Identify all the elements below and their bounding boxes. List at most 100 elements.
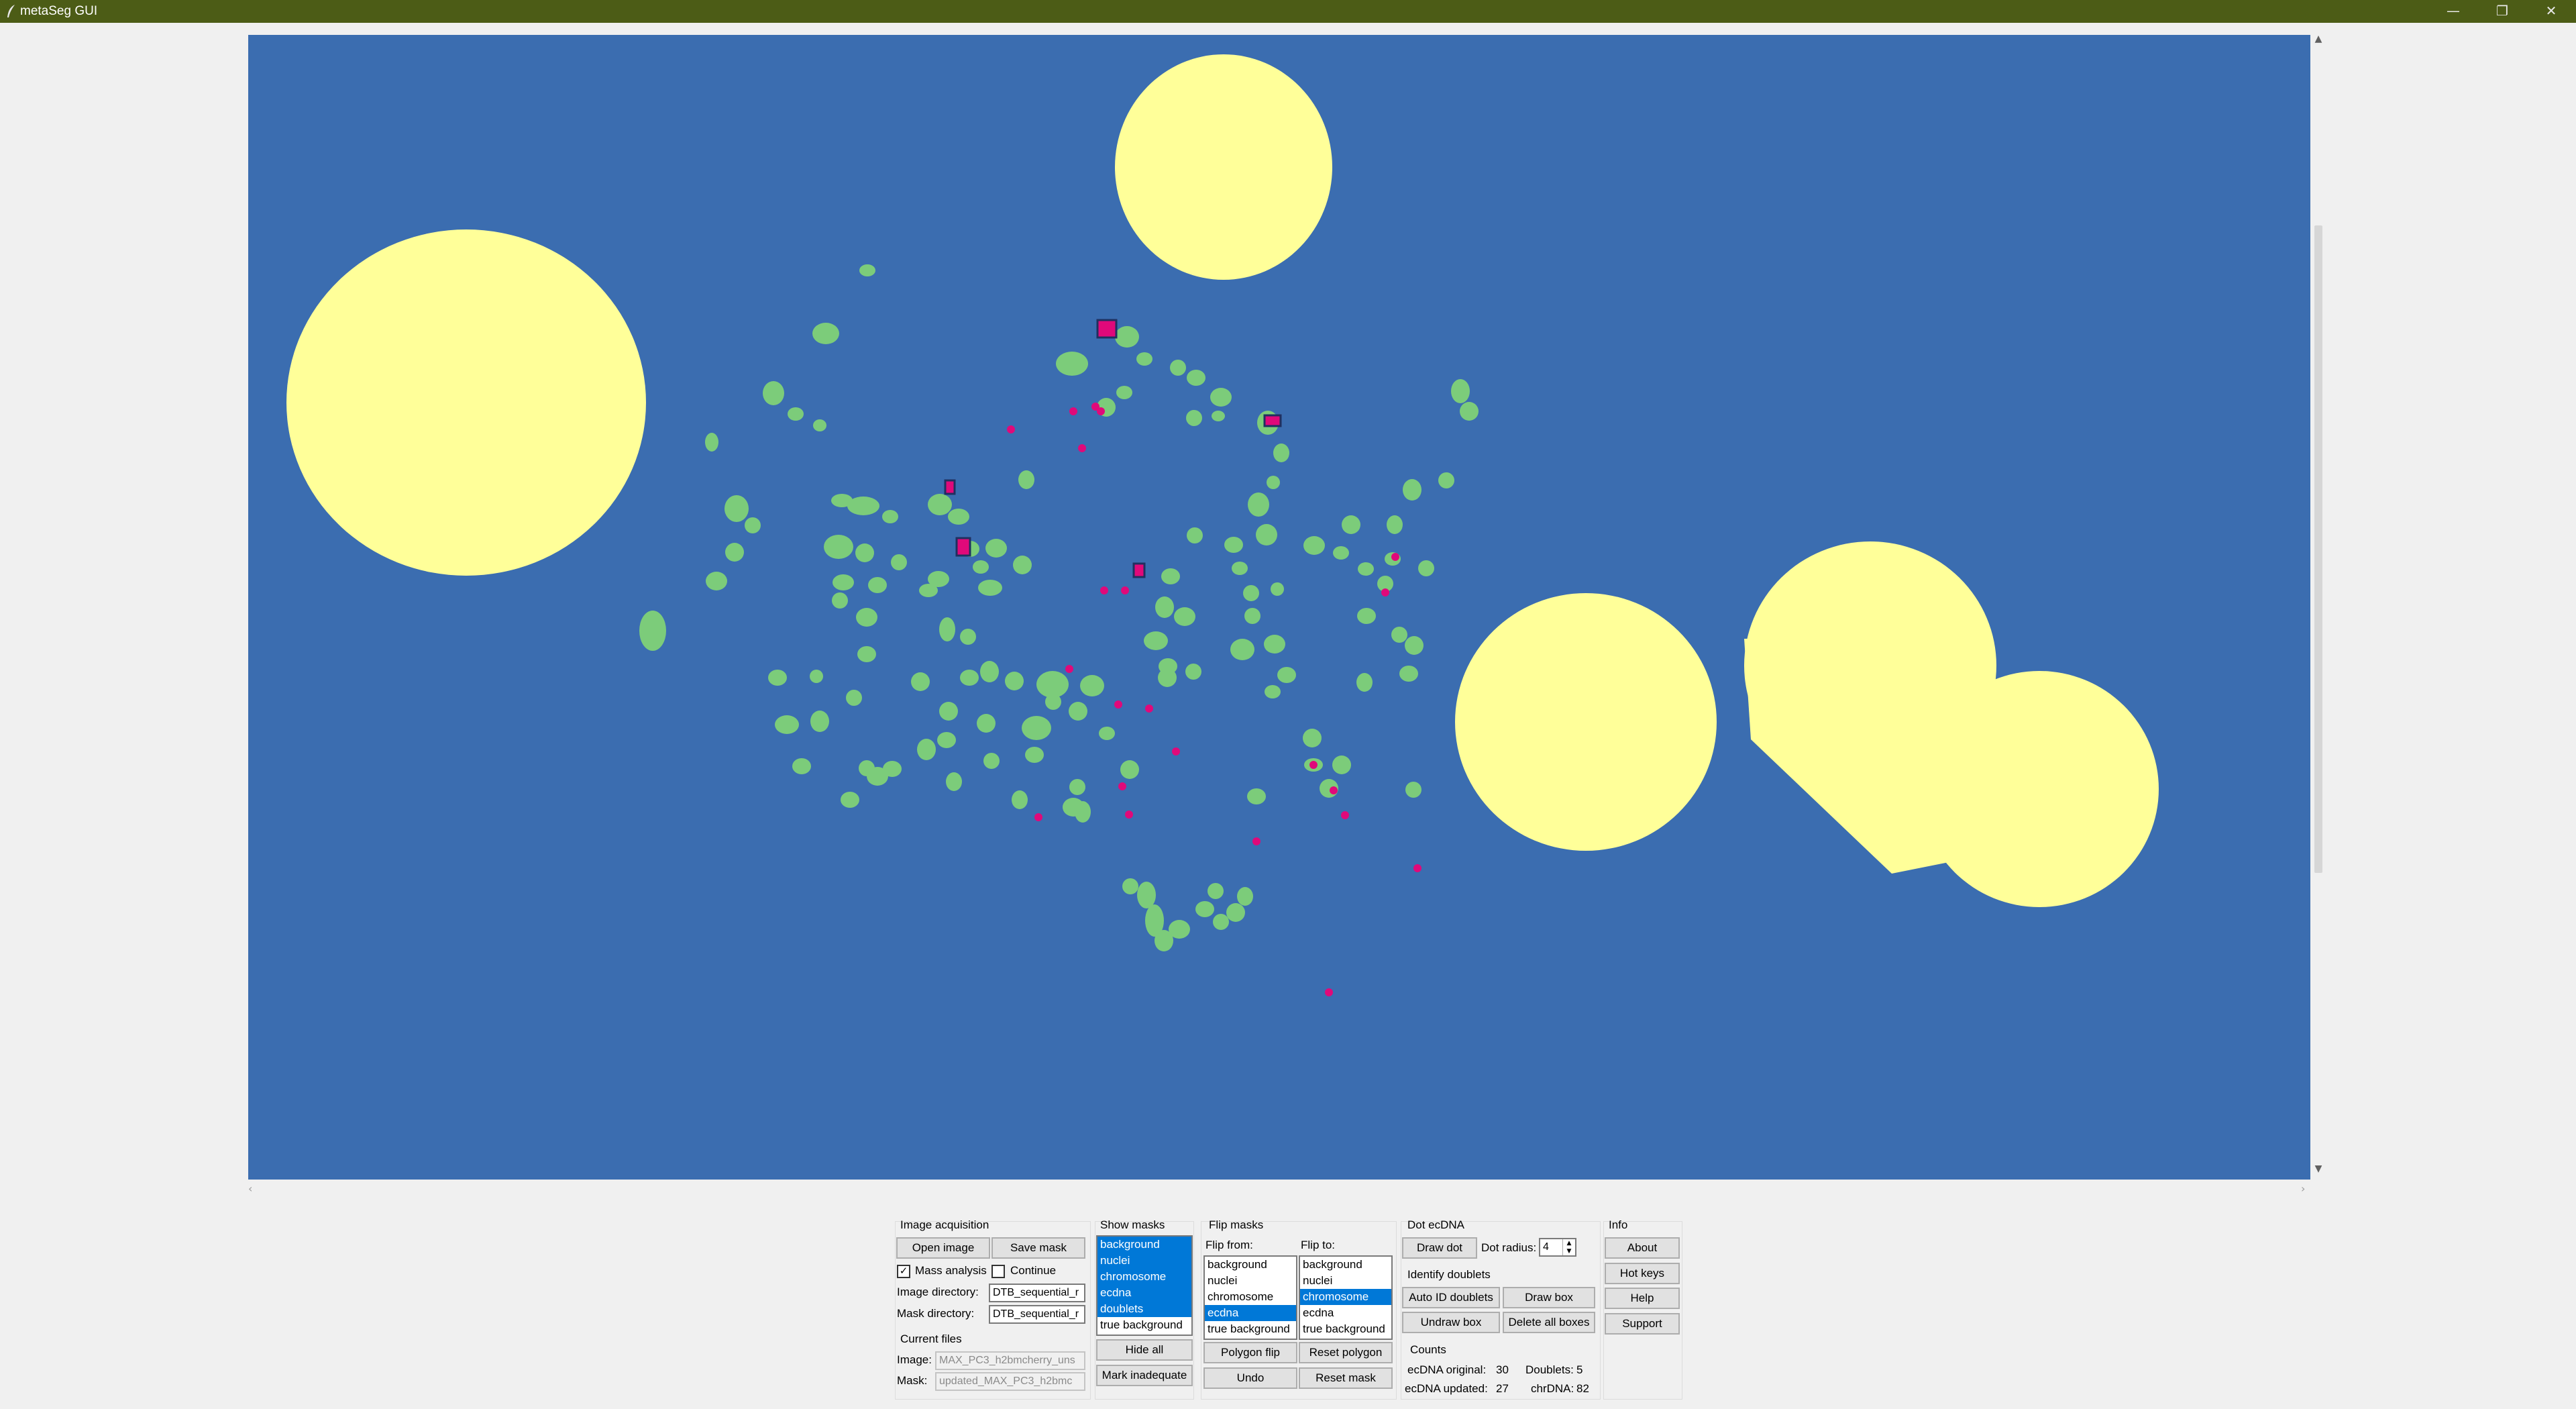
chromosome-blob: [775, 715, 799, 734]
chromosome-blob: [1187, 527, 1203, 543]
ecdna-dot: [1252, 837, 1260, 845]
chromosome-blob: [891, 554, 907, 570]
flip-to-item[interactable]: ecdna: [1300, 1305, 1391, 1321]
chromosome-blob: [1342, 515, 1360, 534]
auto-id-doublets-button[interactable]: Auto ID doublets: [1402, 1287, 1500, 1308]
flip-to-item[interactable]: nuclei: [1300, 1273, 1391, 1289]
chromosome-blob: [1303, 729, 1322, 747]
show-masks-item[interactable]: nuclei: [1097, 1253, 1191, 1269]
chromosome-blob: [846, 690, 862, 706]
chromosome-blob: [1243, 585, 1259, 601]
scroll-right-icon[interactable]: ›: [2301, 1182, 2305, 1195]
flip-to-item[interactable]: chromosome: [1300, 1289, 1391, 1305]
vertical-scrollbar[interactable]: ▲ ▼: [2312, 31, 2325, 1180]
chromosome-blob: [1256, 524, 1277, 545]
show-masks-item[interactable]: background: [1097, 1237, 1191, 1253]
mask-directory-field[interactable]: DTB_sequential_r: [989, 1305, 1085, 1324]
ecdna-dot: [1172, 747, 1180, 755]
show-masks-header: Show masks: [1100, 1218, 1165, 1231]
chromosome-blob: [833, 574, 854, 590]
hide-all-button[interactable]: Hide all: [1096, 1339, 1193, 1361]
current-image-field: MAX_PC3_h2bmcherry_uns: [935, 1351, 1085, 1370]
chromosome-blob: [1405, 636, 1424, 655]
chromosome-blob: [1187, 370, 1205, 386]
ecdna-dot: [1413, 864, 1421, 872]
mass-analysis-label: Mass analysis: [915, 1264, 987, 1277]
chromosome-blob: [1237, 887, 1253, 906]
continue-label: Continue: [1010, 1264, 1057, 1277]
chromosome-blob: [1210, 388, 1232, 407]
chromosome-blob: [1195, 901, 1214, 917]
ecdna-updated-label: ecDNA updated:: [1405, 1382, 1488, 1395]
dot-radius-spinbox[interactable]: 4 ▲ ▼: [1539, 1238, 1576, 1257]
vertical-scroll-thumb[interactable]: [2314, 225, 2322, 873]
open-image-button[interactable]: Open image: [896, 1237, 990, 1259]
hot-keys-button[interactable]: Hot keys: [1605, 1263, 1680, 1284]
flip-from-item[interactable]: ecdna: [1205, 1305, 1296, 1321]
chromosome-blob: [724, 495, 749, 522]
segmentation-mask-image[interactable]: [248, 35, 2310, 1180]
flip-masks-header: Flip masks: [1209, 1218, 1264, 1231]
chromosome-blob: [1418, 560, 1434, 576]
chromosome-blob: [857, 646, 876, 662]
counts-header: Counts: [1410, 1343, 1446, 1356]
chromosome-blob: [1264, 635, 1285, 654]
scroll-up-icon[interactable]: ▲: [2312, 34, 2325, 44]
flip-to-item[interactable]: background: [1300, 1257, 1391, 1273]
chromosome-blob: [1174, 607, 1195, 626]
chromosome-blob: [1170, 360, 1186, 376]
flip-to-item[interactable]: true background: [1300, 1321, 1391, 1337]
about-button[interactable]: About: [1605, 1237, 1680, 1259]
chromosome-blob: [1115, 326, 1139, 348]
chromosome-blob: [960, 670, 979, 686]
mask-canvas[interactable]: [248, 35, 2310, 1180]
flip-from-item[interactable]: background: [1205, 1257, 1296, 1273]
chromosome-blob: [883, 761, 902, 777]
chromosome-blob: [705, 433, 718, 452]
chromosome-blob: [706, 572, 727, 590]
delete-all-boxes-button[interactable]: Delete all boxes: [1503, 1312, 1595, 1333]
show-masks-item[interactable]: ecdna: [1097, 1285, 1191, 1301]
image-directory-field[interactable]: DTB_sequential_r: [989, 1284, 1085, 1302]
polygon-flip-button[interactable]: Polygon flip: [1203, 1342, 1297, 1363]
minimize-button[interactable]: —: [2433, 0, 2473, 23]
nucleus: [1115, 54, 1332, 280]
chromosome-blob: [859, 760, 875, 776]
close-button[interactable]: ✕: [2531, 0, 2571, 23]
scroll-down-icon[interactable]: ▼: [2312, 1163, 2325, 1174]
draw-box-button[interactable]: Draw box: [1503, 1287, 1595, 1308]
ecdna-dot: [1330, 786, 1338, 794]
show-masks-listbox[interactable]: background nuclei chromosome ecdna doublets t…: [1096, 1235, 1193, 1336]
flip-from-listbox[interactable]: background nuclei chromosome ecdna true back…: [1203, 1255, 1297, 1340]
mass-analysis-checkbox[interactable]: ✓: [897, 1265, 910, 1278]
mark-inadequate-button[interactable]: Mark inadequate: [1096, 1365, 1193, 1386]
flip-from-item[interactable]: chromosome: [1205, 1289, 1296, 1305]
save-mask-button[interactable]: Save mask: [991, 1237, 1085, 1259]
chromosome-blob: [847, 497, 879, 515]
ecdna-dot: [1391, 553, 1399, 561]
show-masks-item[interactable]: chromosome: [1097, 1269, 1191, 1285]
draw-dot-button[interactable]: Draw dot: [1402, 1237, 1477, 1259]
spin-arrows-icon[interactable]: ▲ ▼: [1562, 1239, 1575, 1255]
show-masks-item[interactable]: doublets: [1097, 1301, 1191, 1317]
dot-ecdna-header: Dot ecDNA: [1407, 1218, 1465, 1231]
current-mask-label: Mask:: [897, 1374, 928, 1387]
flip-from-item[interactable]: true background: [1205, 1321, 1296, 1337]
chromosome-blob: [1405, 782, 1421, 798]
help-button[interactable]: Help: [1605, 1288, 1680, 1309]
undraw-box-button[interactable]: Undraw box: [1402, 1312, 1500, 1333]
horizontal-scrollbar[interactable]: ‹ ›: [248, 1182, 2310, 1196]
continue-checkbox[interactable]: [991, 1265, 1005, 1278]
chromosome-blob: [1122, 878, 1138, 894]
flip-to-listbox[interactable]: background nuclei chromosome ecdna true back…: [1299, 1255, 1393, 1340]
restore-button[interactable]: ❐: [2482, 0, 2522, 23]
scroll-left-icon[interactable]: ‹: [248, 1182, 252, 1195]
undo-button[interactable]: Undo: [1203, 1367, 1297, 1389]
flip-from-item[interactable]: nuclei: [1205, 1273, 1296, 1289]
reset-polygon-button[interactable]: Reset polygon: [1299, 1342, 1393, 1363]
support-button[interactable]: Support: [1605, 1313, 1680, 1335]
show-masks-item[interactable]: true background: [1097, 1317, 1191, 1333]
nucleus: [286, 229, 646, 576]
chromosome-blob: [1271, 582, 1284, 596]
reset-mask-button[interactable]: Reset mask: [1299, 1367, 1393, 1389]
